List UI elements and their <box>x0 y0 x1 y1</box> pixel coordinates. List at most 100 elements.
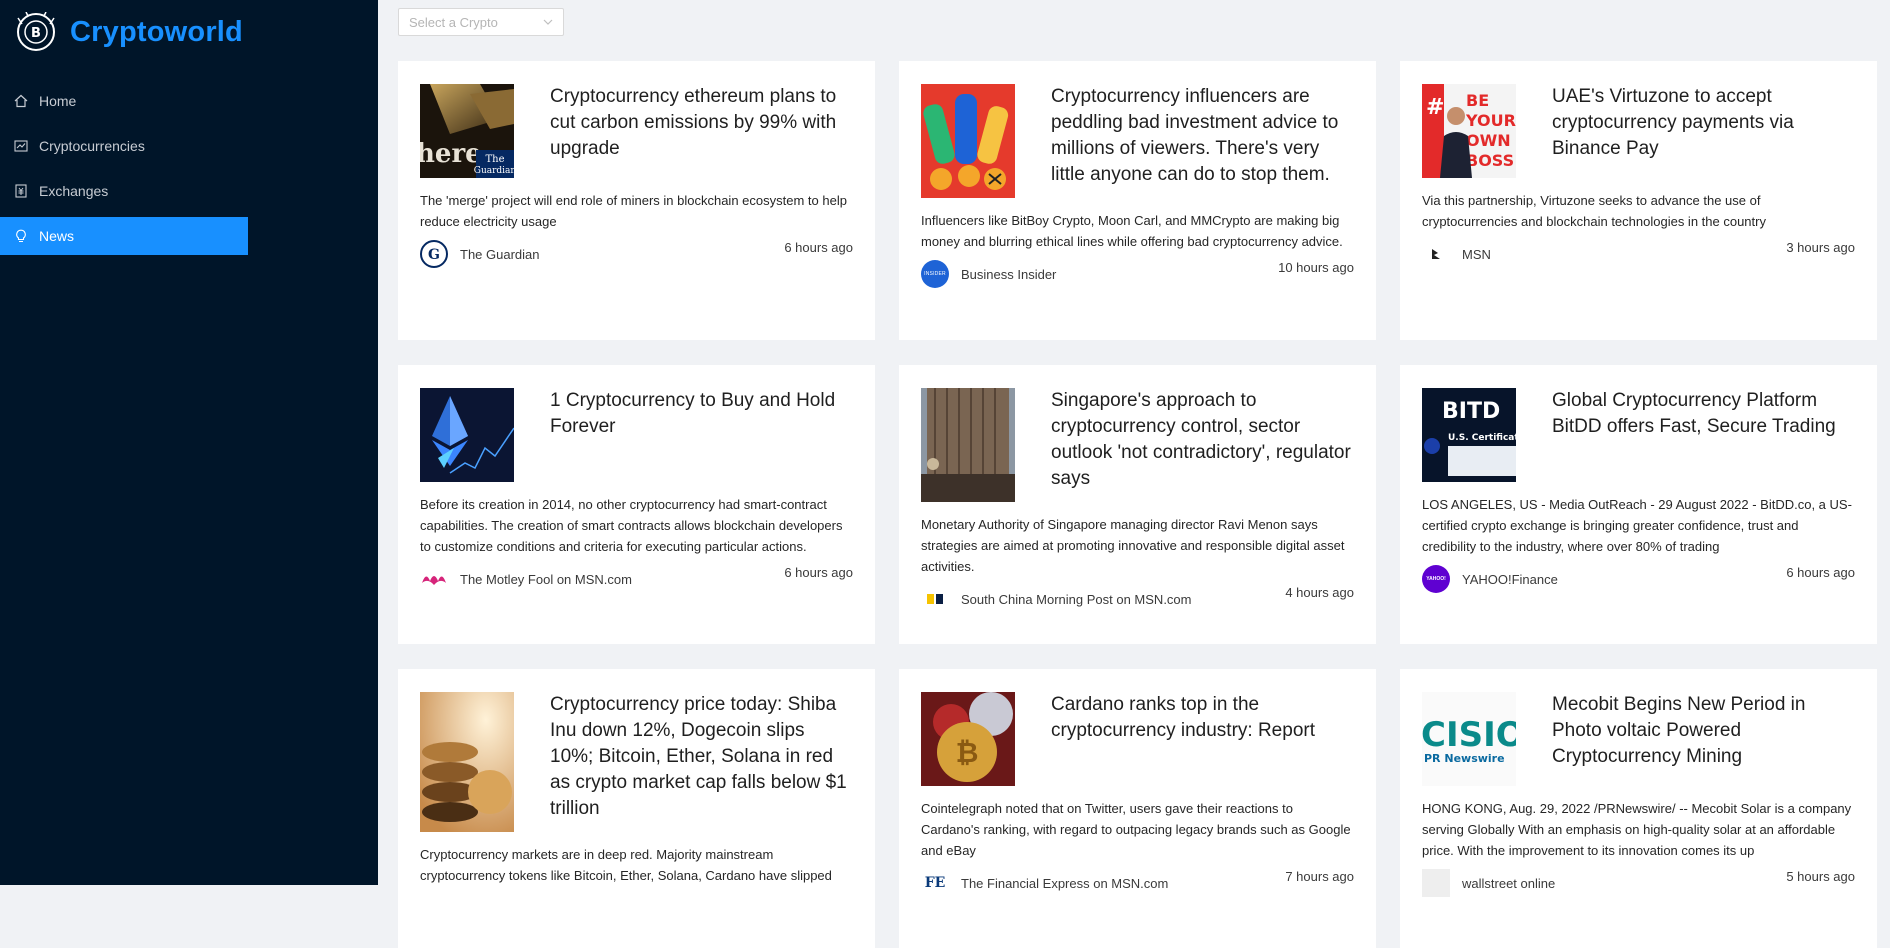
news-description: Via this partnership, Virtuzone seeks to… <box>1422 193 1766 229</box>
news-thumbnail <box>921 84 1015 198</box>
menu-item-label: Exchanges <box>39 183 109 199</box>
news-provider: INSIDER Business Insider <box>921 260 1056 288</box>
msn-logo-icon <box>1422 240 1450 268</box>
thumb-word-3: OWN <box>1466 131 1511 150</box>
news-provider: wallstreet online <box>1422 869 1555 897</box>
menu-item-exchanges[interactable]: Exchanges <box>0 172 248 210</box>
menu-item-label: News <box>39 228 75 244</box>
news-thumbnail: ₿ <box>921 692 1015 786</box>
guardian-logo-icon: G <box>420 240 448 268</box>
news-description: HONG KONG, Aug. 29, 2022 /PRNewswire/ --… <box>1422 801 1852 858</box>
provider-name: South China Morning Post on MSN.com <box>961 591 1192 607</box>
svg-text:B: B <box>31 26 41 41</box>
news-title[interactable]: Cardano ranks top in the cryptocurrency … <box>1051 692 1354 786</box>
news-card[interactable]: ₿ Cardano ranks top in the cryptocurrenc… <box>899 669 1376 948</box>
provider-name: wallstreet online <box>1462 875 1556 891</box>
news-description: Before its creation in 2014, no other cr… <box>420 497 843 554</box>
news-card[interactable]: here The Guardian Cryptocurrency ethereu… <box>398 61 875 340</box>
news-title[interactable]: 1 Cryptocurrency to Buy and Hold Forever <box>550 388 853 482</box>
menu-item-news[interactable]: News <box>0 217 248 255</box>
news-description: Monetary Authority of Singapore managing… <box>921 517 1345 574</box>
thumb-word-1: CISIO <box>1422 715 1516 755</box>
provider-name: The Motley Fool on MSN.com <box>460 571 632 587</box>
news-title[interactable]: Cryptocurrency price today: Shiba Inu do… <box>550 692 853 832</box>
brand-name: Cryptoworld <box>70 15 243 48</box>
menu-item-home[interactable]: Home <box>0 82 248 120</box>
svg-text:₿: ₿ <box>956 736 979 769</box>
news-title[interactable]: Singapore's approach to cryptocurrency c… <box>1051 388 1354 502</box>
motley-fool-logo-icon <box>420 565 448 593</box>
brand[interactable]: B Cryptoworld <box>16 12 243 52</box>
scmp-logo-icon <box>921 585 949 613</box>
business-insider-logo-icon: INSIDER <box>921 260 949 288</box>
home-icon <box>14 94 28 108</box>
provider-name: MSN <box>1462 246 1491 262</box>
news-description: Cointelegraph noted that on Twitter, use… <box>921 801 1351 858</box>
news-time: 6 hours ago <box>784 565 853 580</box>
news-time: 4 hours ago <box>1285 585 1354 600</box>
thumb-word-1: BE <box>1466 91 1489 110</box>
news-time: 7 hours ago <box>1285 869 1354 884</box>
news-time: 6 hours ago <box>784 240 853 255</box>
news-provider: G The Guardian <box>420 240 540 268</box>
news-time: 5 hours ago <box>1786 869 1855 884</box>
news-provider: FE The Financial Express on MSN.com <box>921 869 1168 897</box>
news-grid: here The Guardian Cryptocurrency ethereu… <box>398 61 1877 948</box>
svg-text:#: # <box>1426 95 1444 120</box>
money-collect-icon <box>15 184 27 198</box>
news-time: 6 hours ago <box>1786 565 1855 580</box>
crypto-select[interactable]: Select a Crypto <box>398 8 564 36</box>
menu-item-label: Cryptocurrencies <box>39 138 145 154</box>
news-title[interactable]: Cryptocurrency influencers are peddling … <box>1051 84 1354 198</box>
news-provider: MSN <box>1422 240 1491 268</box>
news-title[interactable]: Mecobit Begins New Period in Photo volta… <box>1552 692 1855 786</box>
news-card[interactable]: 1 Cryptocurrency to Buy and Hold Forever… <box>398 365 875 644</box>
svg-text:G: G <box>428 247 440 263</box>
news-card[interactable]: Singapore's approach to cryptocurrency c… <box>899 365 1376 644</box>
sidebar: B Cryptoworld Home Cryptocurrencies Exch… <box>0 0 378 885</box>
news-title[interactable]: Global Cryptocurrency Platform BitDD off… <box>1552 388 1855 482</box>
thumb-logo-line2: Guardian <box>474 166 514 176</box>
menu-item-label: Home <box>39 93 77 109</box>
news-description: Cryptocurrency markets are in deep red. … <box>420 847 832 883</box>
news-card[interactable]: Cryptocurrency influencers are peddling … <box>899 61 1376 340</box>
news-provider: YAHOO! YAHOO!Finance <box>1422 565 1558 593</box>
fund-icon <box>14 140 28 152</box>
news-thumbnail: CISIO PR Newswire <box>1422 692 1516 786</box>
thumb-word-4: BOSS <box>1466 151 1514 170</box>
wallstreet-online-logo-icon <box>1422 869 1450 897</box>
news-description: The 'merge' project will end role of min… <box>420 193 847 229</box>
news-card[interactable]: CISIO PR Newswire Mecobit Begins New Per… <box>1400 669 1877 948</box>
menu-item-cryptocurrencies[interactable]: Cryptocurrencies <box>0 127 248 165</box>
side-menu: Home Cryptocurrencies Exchanges News <box>0 82 248 262</box>
news-thumbnail: here The Guardian <box>420 84 514 178</box>
provider-icon-text: FE <box>924 875 946 891</box>
news-title[interactable]: UAE's Virtuzone to accept cryptocurrency… <box>1552 84 1855 178</box>
bulb-icon <box>16 229 26 243</box>
news-card[interactable]: # BE YOUR OWN BOSS UAE's Virtuzone to ac… <box>1400 61 1877 340</box>
provider-icon-text: INSIDER <box>924 271 946 277</box>
news-thumbnail <box>921 388 1015 502</box>
news-card[interactable]: Cryptocurrency price today: Shiba Inu do… <box>398 669 875 948</box>
news-thumbnail <box>420 692 514 832</box>
crypto-select-placeholder: Select a Crypto <box>409 14 498 30</box>
provider-name: YAHOO!Finance <box>1462 571 1558 587</box>
news-title[interactable]: Cryptocurrency ethereum plans to cut car… <box>550 84 853 178</box>
chevron-down-icon <box>543 19 553 25</box>
thumb-word: here <box>420 139 482 169</box>
thumb-word-2: YOUR <box>1465 111 1516 130</box>
provider-name: The Guardian <box>460 246 540 262</box>
news-thumbnail: BITD U.S. Certificat <box>1422 388 1516 482</box>
provider-name: The Financial Express on MSN.com <box>961 875 1169 891</box>
thumb-word-2: PR Newswire <box>1424 752 1505 765</box>
yahoo-finance-logo-icon: YAHOO! <box>1422 565 1450 593</box>
thumb-word-1: BITD <box>1442 399 1500 424</box>
news-thumbnail <box>420 388 514 482</box>
news-time: 3 hours ago <box>1786 240 1855 255</box>
provider-icon-text: YAHOO! <box>1426 576 1446 582</box>
news-description: Influencers like BitBoy Crypto, Moon Car… <box>921 213 1343 249</box>
news-provider: South China Morning Post on MSN.com <box>921 585 1192 613</box>
news-card[interactable]: BITD U.S. Certificat Global Cryptocurren… <box>1400 365 1877 644</box>
news-time: 10 hours ago <box>1278 260 1354 275</box>
news-thumbnail: # BE YOUR OWN BOSS <box>1422 84 1516 178</box>
